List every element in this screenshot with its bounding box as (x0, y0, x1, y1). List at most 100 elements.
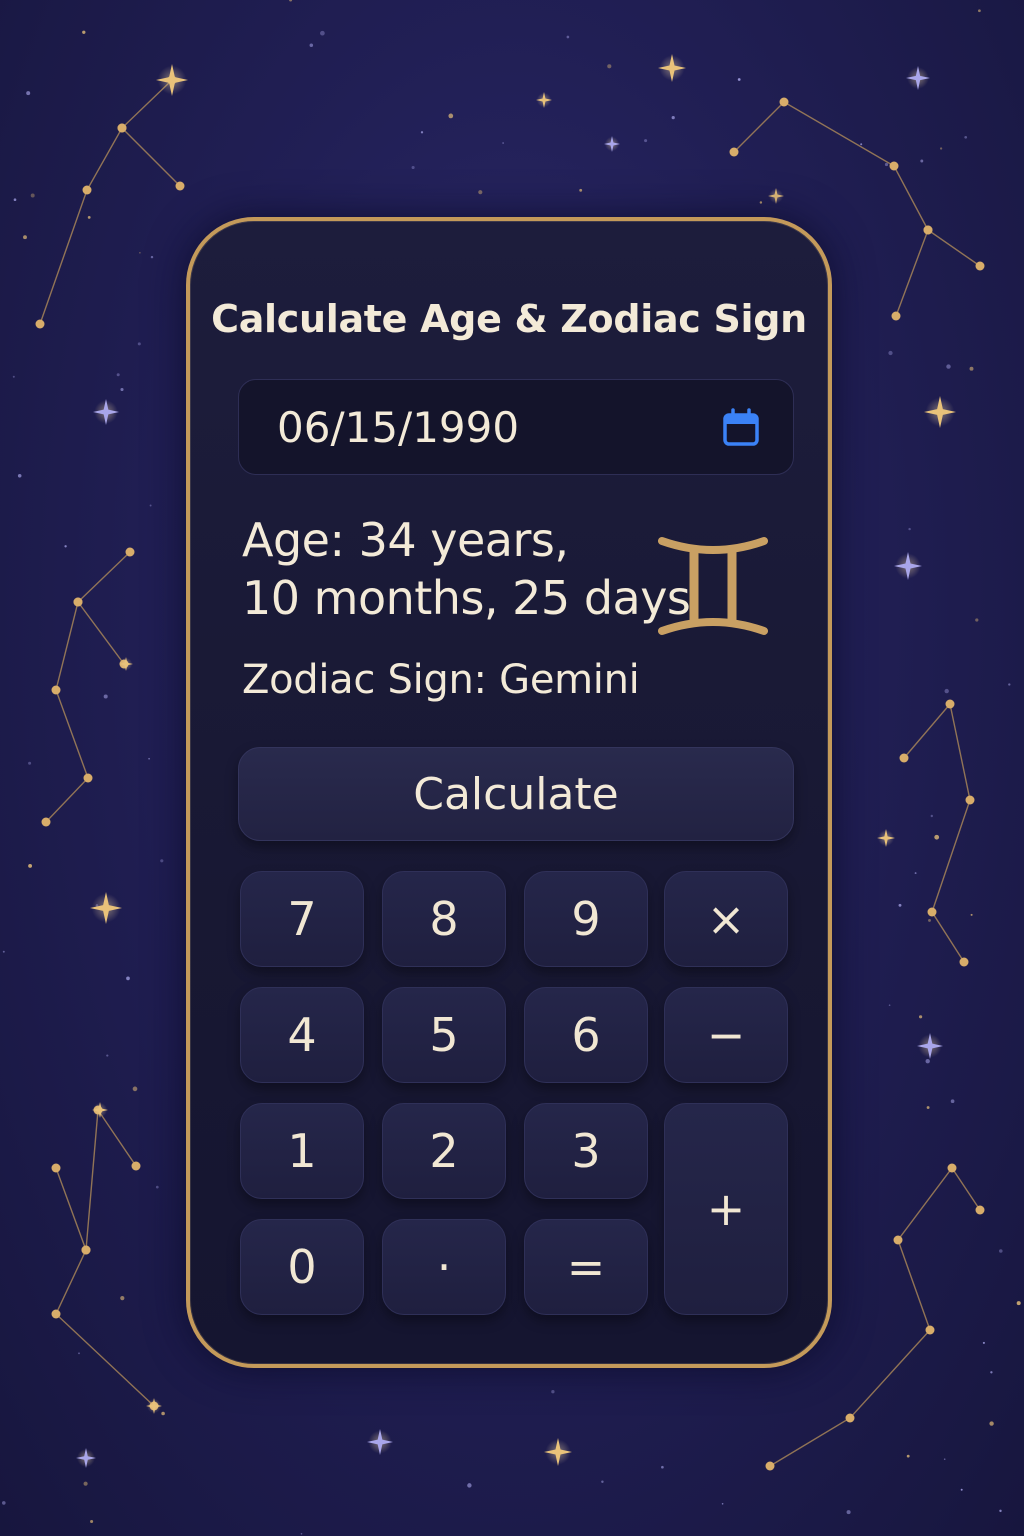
key-9[interactable]: 9 (524, 871, 648, 967)
key-multiply[interactable]: × (664, 871, 788, 967)
constellation-line (77, 601, 125, 665)
star-dot (960, 1488, 963, 1491)
constellation-star (947, 1163, 957, 1173)
star-dot (964, 135, 968, 139)
constellation-star (965, 795, 975, 805)
star-dot (28, 863, 33, 868)
constellation-star (41, 817, 51, 827)
star-dot (946, 364, 951, 369)
sparkle-star (658, 54, 686, 82)
sparkle-star (894, 552, 922, 580)
key-3[interactable]: 3 (524, 1103, 648, 1199)
star-dot (17, 474, 22, 478)
star-dot (934, 834, 940, 840)
key-plus[interactable]: + (664, 1103, 788, 1315)
star-dot (23, 235, 27, 240)
sparkle-star (90, 892, 122, 924)
star-dot (12, 375, 15, 378)
star-dot (467, 1483, 472, 1488)
constellation-star (51, 1163, 61, 1173)
constellation-star (131, 1161, 141, 1171)
star-dot (2, 950, 5, 953)
star-dot (150, 255, 154, 259)
star-dot (566, 35, 570, 39)
constellation-star (923, 225, 933, 235)
star-dot (737, 78, 741, 81)
key-7[interactable]: 7 (240, 871, 364, 967)
star-dot (661, 1465, 664, 1469)
constellation-star (927, 907, 937, 917)
star-dot (939, 147, 943, 150)
constellation-star (82, 185, 92, 195)
star-dot (906, 1454, 910, 1458)
zodiac-result: Zodiac Sign: Gemini (242, 657, 640, 703)
constellation-line (85, 1107, 137, 1251)
star-dot (888, 350, 893, 356)
star-dot (2, 1501, 6, 1505)
star-dot (126, 976, 130, 981)
star-dot (411, 165, 415, 170)
constellation-star (889, 161, 899, 171)
star-dot (551, 1390, 555, 1394)
constellation-star (765, 1461, 775, 1471)
star-dot (161, 1411, 165, 1416)
star-dot (64, 545, 67, 548)
star-dot (908, 527, 911, 531)
sparkle-star (367, 1429, 393, 1455)
gemini-icon (658, 537, 768, 635)
star-dot (26, 91, 31, 96)
star-dot (103, 694, 108, 699)
key-0[interactable]: 0 (240, 1219, 364, 1315)
star-dot (928, 918, 931, 922)
constellation-star (83, 773, 93, 783)
star-dot (898, 903, 902, 907)
star-dot (999, 1249, 1003, 1253)
birthdate-value: 06/15/1990 (277, 403, 520, 452)
constellation-star (975, 1205, 985, 1215)
constellation-star (959, 957, 969, 967)
star-dot (120, 1296, 125, 1301)
key-minus[interactable]: − (664, 987, 788, 1083)
sparkle-star (93, 399, 119, 425)
star-dot (930, 814, 933, 818)
star-dot (671, 116, 675, 120)
constellation-star (729, 147, 739, 157)
key-equals[interactable]: = (524, 1219, 648, 1315)
star-dot (82, 30, 86, 34)
age-result: Age: 34 years, 10 months, 25 days (242, 511, 691, 627)
star-dot (1016, 1301, 1021, 1306)
star-dot (502, 142, 504, 144)
constellation-line (895, 229, 929, 317)
star-dot (884, 162, 889, 167)
star-dot (914, 872, 917, 875)
key-2[interactable]: 2 (382, 1103, 506, 1199)
age-line-months-days: 10 months, 25 days (242, 571, 691, 625)
star-dot (83, 1481, 88, 1486)
calculator-device: Calculate Age & Zodiac Sign 06/15/1990 A… (186, 217, 832, 1368)
constellation-star (73, 597, 83, 607)
calendar-icon[interactable] (721, 408, 761, 448)
star-dot (978, 9, 981, 13)
star-dot (478, 190, 483, 195)
key-5[interactable]: 5 (382, 987, 506, 1083)
key-decimal[interactable]: · (382, 1219, 506, 1315)
key-8[interactable]: 8 (382, 871, 506, 967)
star-dot (950, 1099, 955, 1104)
key-6[interactable]: 6 (524, 987, 648, 1083)
constellation-star (51, 1309, 61, 1319)
constellation-line (39, 79, 173, 325)
constellation-star (845, 1413, 855, 1423)
star-dot (644, 139, 648, 143)
sparkle-star (536, 92, 552, 108)
birthdate-input[interactable]: 06/15/1990 (238, 379, 794, 475)
star-dot (989, 1421, 994, 1426)
star-dot (13, 198, 17, 202)
star-dot (132, 1086, 138, 1092)
key-4[interactable]: 4 (240, 987, 364, 1083)
sparkle-star (76, 1448, 96, 1468)
calculate-button[interactable]: Calculate (238, 747, 794, 841)
star-dot (300, 1532, 303, 1535)
constellation-star (81, 1245, 91, 1255)
key-1[interactable]: 1 (240, 1103, 364, 1199)
star-dot (120, 387, 124, 392)
